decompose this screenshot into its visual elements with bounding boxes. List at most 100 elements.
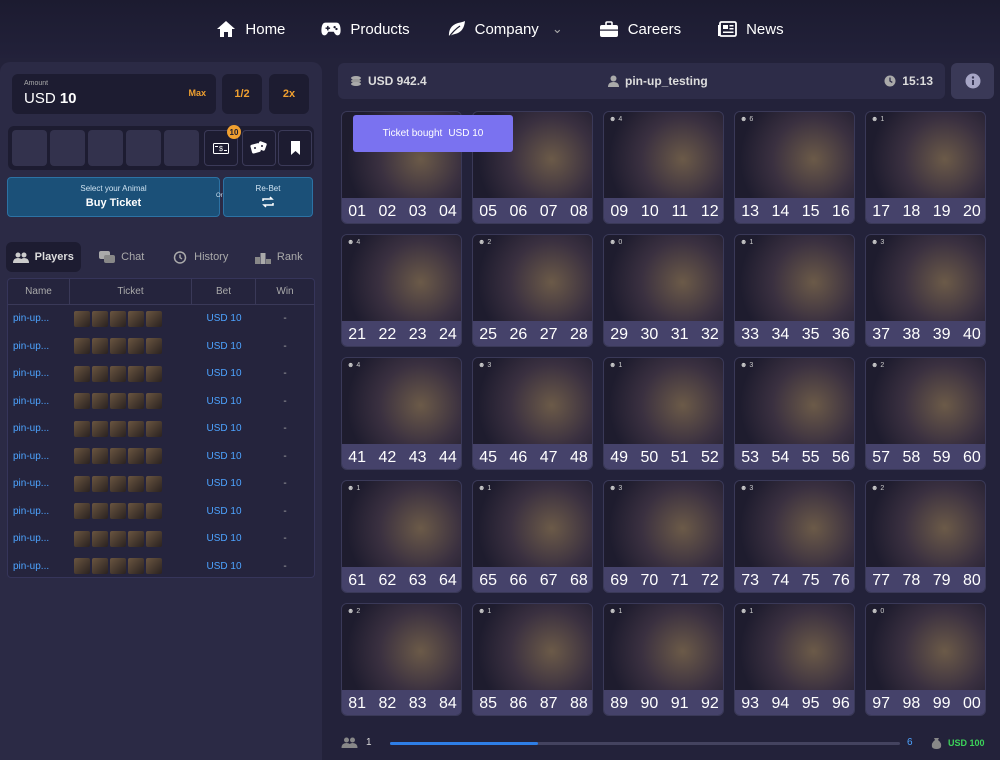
animal-card-snake[interactable]: ☻ 1 33 34 35 36 [734, 234, 855, 347]
animal-card-rabbit[interactable]: ☻ 3 37 38 39 40 [865, 234, 986, 347]
nav-company[interactable]: Company ⌄ [446, 20, 563, 38]
table-row[interactable]: pin-up... USD 10 - [8, 305, 314, 333]
table-row[interactable]: pin-up... USD 10 - [8, 388, 314, 416]
table-row[interactable]: pin-up... USD 10 - [8, 360, 314, 388]
ticket-animal-thumbnail [92, 475, 108, 492]
ticket-animal-thumbnail [92, 448, 108, 465]
bookmark-button[interactable] [278, 130, 312, 166]
selection-slot[interactable] [164, 130, 199, 166]
column-name: Name [8, 279, 70, 304]
ticket-animal-thumbnail [146, 558, 162, 575]
animal-card-elephant[interactable]: ☻ 3 45 46 47 48 [472, 357, 593, 470]
selection-slot[interactable] [12, 130, 47, 166]
animal-card-pig[interactable]: ☻ 3 69 70 71 72 [603, 480, 724, 593]
animal-card-donkey[interactable]: ☻ 4 09 10 11 12 [603, 111, 724, 224]
tab-players[interactable]: Players [6, 242, 81, 272]
animal-card-bull[interactable]: ☻ 2 81 82 83 84 [341, 603, 462, 716]
rooster-icon [604, 358, 723, 444]
bettor-count-value: 3 [880, 239, 885, 246]
selection-slot[interactable] [88, 130, 123, 166]
nav-careers[interactable]: Careers [599, 20, 681, 38]
tab-history[interactable]: History [163, 242, 238, 272]
nav-careers-label: Careers [627, 20, 682, 38]
player-name[interactable]: pin-up... [8, 341, 70, 352]
selection-slot[interactable] [50, 130, 85, 166]
tab-rank[interactable]: Rank [242, 242, 317, 272]
bettor-count: ☻ 2 [478, 239, 491, 246]
animal-card-cow[interactable]: ☻ 0 97 98 99 00 [865, 603, 986, 716]
player-name[interactable]: pin-up... [8, 506, 70, 517]
player-name[interactable]: pin-up... [8, 313, 70, 324]
random-pick-button[interactable] [242, 130, 276, 166]
bear-icon [604, 604, 723, 690]
animal-card-lion[interactable]: ☻ 1 61 62 63 64 [341, 480, 462, 593]
player-name[interactable]: pin-up... [8, 368, 70, 379]
ticket-animal-thumbnail [146, 393, 162, 410]
ticket-animal-thumbnail [128, 365, 144, 382]
nav-products[interactable]: Products [321, 20, 410, 38]
dice-icon [250, 141, 267, 154]
animal-card-dog[interactable]: ☻ 1 17 18 19 20 [865, 111, 986, 224]
animal-card-turkey[interactable]: ☻ 2 77 78 79 80 [865, 480, 986, 593]
player-name[interactable]: pin-up... [8, 561, 70, 572]
bettor-count-value: 4 [618, 116, 623, 123]
tickets-button[interactable]: $ 10 [204, 125, 241, 166]
animal-card-rooster[interactable]: ☻ 1 49 50 51 52 [603, 357, 724, 470]
info-button[interactable] [951, 63, 994, 99]
table-row[interactable]: pin-up... USD 10 - [8, 470, 314, 498]
card-number: 68 [569, 571, 588, 589]
table-row[interactable]: pin-up... USD 10 - [8, 553, 314, 581]
animal-card-butterfly[interactable]: ☻ 6 13 14 15 16 [734, 111, 855, 224]
card-number: 02 [378, 202, 397, 220]
nav-home[interactable]: Home [216, 20, 285, 38]
amount-input[interactable]: Amount USD 10 Max [12, 74, 216, 114]
animal-grid: 01 02 03 04 05 06 07 08 ☻ 4 09 10 11 12 ☻ 6 13 14 15 16 ☻ … [341, 111, 992, 721]
card-number: 92 [700, 694, 719, 712]
player-name[interactable]: pin-up... [8, 396, 70, 407]
player-name[interactable]: pin-up... [8, 478, 70, 489]
table-row[interactable]: pin-up... USD 10 - [8, 415, 314, 443]
tab-chat[interactable]: Chat [85, 242, 160, 272]
card-numbers: 05 06 07 08 [473, 198, 592, 223]
player-name[interactable]: pin-up... [8, 423, 70, 434]
player-name[interactable]: pin-up... [8, 533, 70, 544]
animal-card-deer[interactable]: ☻ 1 93 94 95 96 [734, 603, 855, 716]
newspaper-icon [718, 21, 737, 37]
chevron-down-icon[interactable]: ⌄ [552, 21, 563, 37]
animal-card-tiger[interactable]: ☻ 1 85 86 87 88 [472, 603, 593, 716]
double-button[interactable]: 2x [269, 74, 309, 114]
ticket-animal-thumbnail [92, 393, 108, 410]
table-row[interactable]: pin-up... USD 10 - [8, 498, 314, 526]
person-icon: ☻ [347, 239, 357, 246]
animal-card-peacock[interactable]: ☻ 3 73 74 75 76 [734, 480, 855, 593]
rebet-button[interactable]: Re-Bet [223, 177, 313, 217]
half-button[interactable]: 1/2 [222, 74, 262, 114]
animal-card-alligator[interactable]: ☻ 2 57 58 59 60 [865, 357, 986, 470]
nav-news[interactable]: News [717, 20, 784, 38]
selection-slot[interactable] [126, 130, 161, 166]
animal-card-monkey[interactable]: ☻ 1 65 66 67 68 [472, 480, 593, 593]
gamepad-icon [321, 22, 342, 36]
card-number: 74 [771, 571, 790, 589]
max-button[interactable]: Max [188, 88, 206, 98]
ticket-icon: $ [213, 142, 229, 154]
table-row[interactable]: pin-up... USD 10 - [8, 443, 314, 471]
animal-card-bear[interactable]: ☻ 1 89 90 91 92 [603, 603, 724, 716]
player-name[interactable]: pin-up... [8, 451, 70, 462]
tiger-icon [473, 604, 592, 690]
animal-card-goat[interactable]: ☻ 4 21 22 23 24 [341, 234, 462, 347]
animal-card-horse[interactable]: ☻ 4 41 42 43 44 [341, 357, 462, 470]
animal-card-camel[interactable]: ☻ 0 29 30 31 32 [603, 234, 724, 347]
table-row[interactable]: pin-up... USD 10 - [8, 333, 314, 361]
animal-card-sheep[interactable]: ☻ 2 25 26 27 28 [472, 234, 593, 347]
player-count-value: 1 [366, 737, 372, 748]
table-row[interactable]: pin-up... USD 10 - [8, 525, 314, 553]
person-icon: ☻ [871, 362, 881, 369]
card-number: 40 [962, 325, 981, 343]
card-number: 58 [902, 448, 921, 466]
animal-card-cat[interactable]: ☻ 3 53 54 55 56 [734, 357, 855, 470]
bettor-count: ☻ 1 [478, 485, 491, 492]
player-bet: USD 10 [206, 478, 242, 490]
cat-icon [735, 358, 854, 444]
buy-ticket-button[interactable]: Select your Animal Buy Ticket [7, 177, 220, 217]
